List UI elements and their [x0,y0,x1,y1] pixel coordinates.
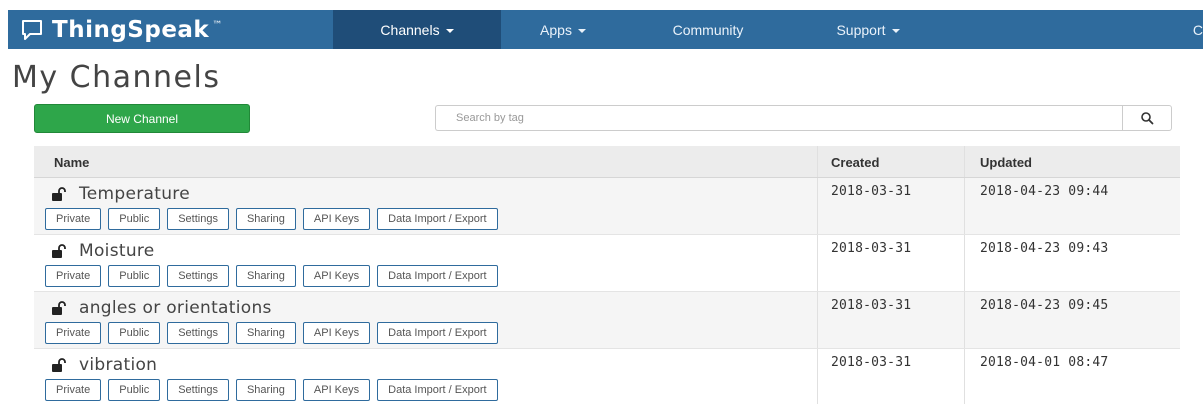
sharing-button[interactable]: Sharing [235,208,296,230]
channel-name-label: Moisture [79,241,155,261]
settings-button[interactable]: Settings [167,208,229,230]
settings-button[interactable]: Settings [167,322,229,344]
data-import-export-button[interactable]: Data Import / Export [377,265,498,287]
api-keys-button[interactable]: API Keys [302,265,371,287]
channel-name[interactable]: Moisture [52,241,155,261]
column-divider [817,349,818,404]
private-view-button[interactable]: Private [45,265,102,287]
brand-logo[interactable]: ThingSpeak ™ [20,10,222,49]
top-navbar: ThingSpeak ™ Channels Apps Community Sup… [0,0,1203,52]
data-import-export-button[interactable]: Data Import / Export [377,208,498,230]
public-view-button[interactable]: Public [108,265,161,287]
navbar-bar: ThingSpeak ™ Channels Apps Community Sup… [8,10,1203,49]
nav-cutoff-item[interactable]: C [1193,10,1203,49]
nav-community-label: Community [672,21,744,38]
public-view-button[interactable]: Public [108,208,161,230]
data-import-export-button[interactable]: Data Import / Export [377,379,498,401]
public-view-button[interactable]: Public [108,379,161,401]
settings-button[interactable]: Settings [167,265,229,287]
channel-actions: Private Public Settings Sharing API Keys… [45,208,505,230]
nav-community[interactable]: Community [633,10,783,49]
sharing-button[interactable]: Sharing [235,265,296,287]
search-button[interactable] [1122,105,1172,131]
header-created: Created [831,154,880,170]
column-divider [964,235,965,291]
private-view-button[interactable]: Private [45,208,102,230]
search-icon [1141,112,1154,125]
column-divider [817,146,818,177]
public-view-button[interactable]: Public [108,322,161,344]
column-divider [964,292,965,348]
chevron-down-icon [577,28,586,33]
column-divider [964,178,965,234]
header-updated: Updated [980,154,1032,170]
created-date: 2018-03-31 [831,298,912,313]
new-channel-button[interactable]: New Channel [34,104,250,133]
private-view-button[interactable]: Private [45,379,102,401]
private-view-button[interactable]: Private [45,322,102,344]
data-import-export-button[interactable]: Data Import / Export [377,322,498,344]
column-divider [817,292,818,348]
table-row: vibration Private Public Settings Sharin… [34,349,1180,404]
unlocked-icon [52,187,66,201]
column-divider [964,146,965,177]
api-keys-button[interactable]: API Keys [302,208,371,230]
channel-name[interactable]: Temperature [52,184,190,204]
nav-apps[interactable]: Apps [513,10,613,49]
api-keys-button[interactable]: API Keys [302,322,371,344]
sharing-button[interactable]: Sharing [235,322,296,344]
table-row: angles or orientations Private Public Se… [34,292,1180,349]
nav-channels[interactable]: Channels [333,10,501,49]
sharing-button[interactable]: Sharing [235,379,296,401]
created-date: 2018-03-31 [831,355,912,370]
created-date: 2018-03-31 [831,241,912,256]
column-divider [817,235,818,291]
nav-apps-label: Apps [540,21,572,38]
unlocked-icon [52,244,66,258]
channel-actions: Private Public Settings Sharing API Keys… [45,265,505,287]
channel-name-label: Temperature [79,184,190,204]
nav-support[interactable]: Support [808,10,928,49]
nav-channels-label: Channels [380,21,440,38]
updated-date: 2018-04-23 09:43 [980,241,1109,256]
channels-table: Name Created Updated Temperature Private… [34,146,1180,404]
updated-date: 2018-04-23 09:45 [980,298,1109,313]
created-date: 2018-03-31 [831,184,912,199]
chat-bubble-icon [22,19,42,40]
nav-support-label: Support [836,21,886,38]
channel-actions: Private Public Settings Sharing API Keys… [45,379,505,401]
brand-name: ThingSpeak [52,16,210,43]
search-input[interactable] [435,105,1122,131]
chevron-down-icon [445,28,454,33]
channel-name[interactable]: angles or orientations [52,298,272,318]
unlocked-icon [52,358,66,372]
unlocked-icon [52,301,66,315]
table-header: Name Created Updated [34,146,1180,178]
updated-date: 2018-04-01 08:47 [980,355,1109,370]
nav-cutoff-label: C [1192,21,1203,38]
settings-button[interactable]: Settings [167,379,229,401]
api-keys-button[interactable]: API Keys [302,379,371,401]
updated-date: 2018-04-23 09:44 [980,184,1109,199]
channel-name[interactable]: vibration [52,355,157,375]
chevron-down-icon [891,28,900,33]
brand-trademark: ™ [212,20,223,31]
table-row: Moisture Private Public Settings Sharing… [34,235,1180,292]
page-title: My Channels [12,60,221,95]
column-divider [817,178,818,234]
channel-actions: Private Public Settings Sharing API Keys… [45,322,505,344]
channel-name-label: angles or orientations [79,298,272,318]
table-row: Temperature Private Public Settings Shar… [34,178,1180,235]
channel-name-label: vibration [79,355,158,375]
header-name: Name [54,154,90,170]
column-divider [964,349,965,404]
